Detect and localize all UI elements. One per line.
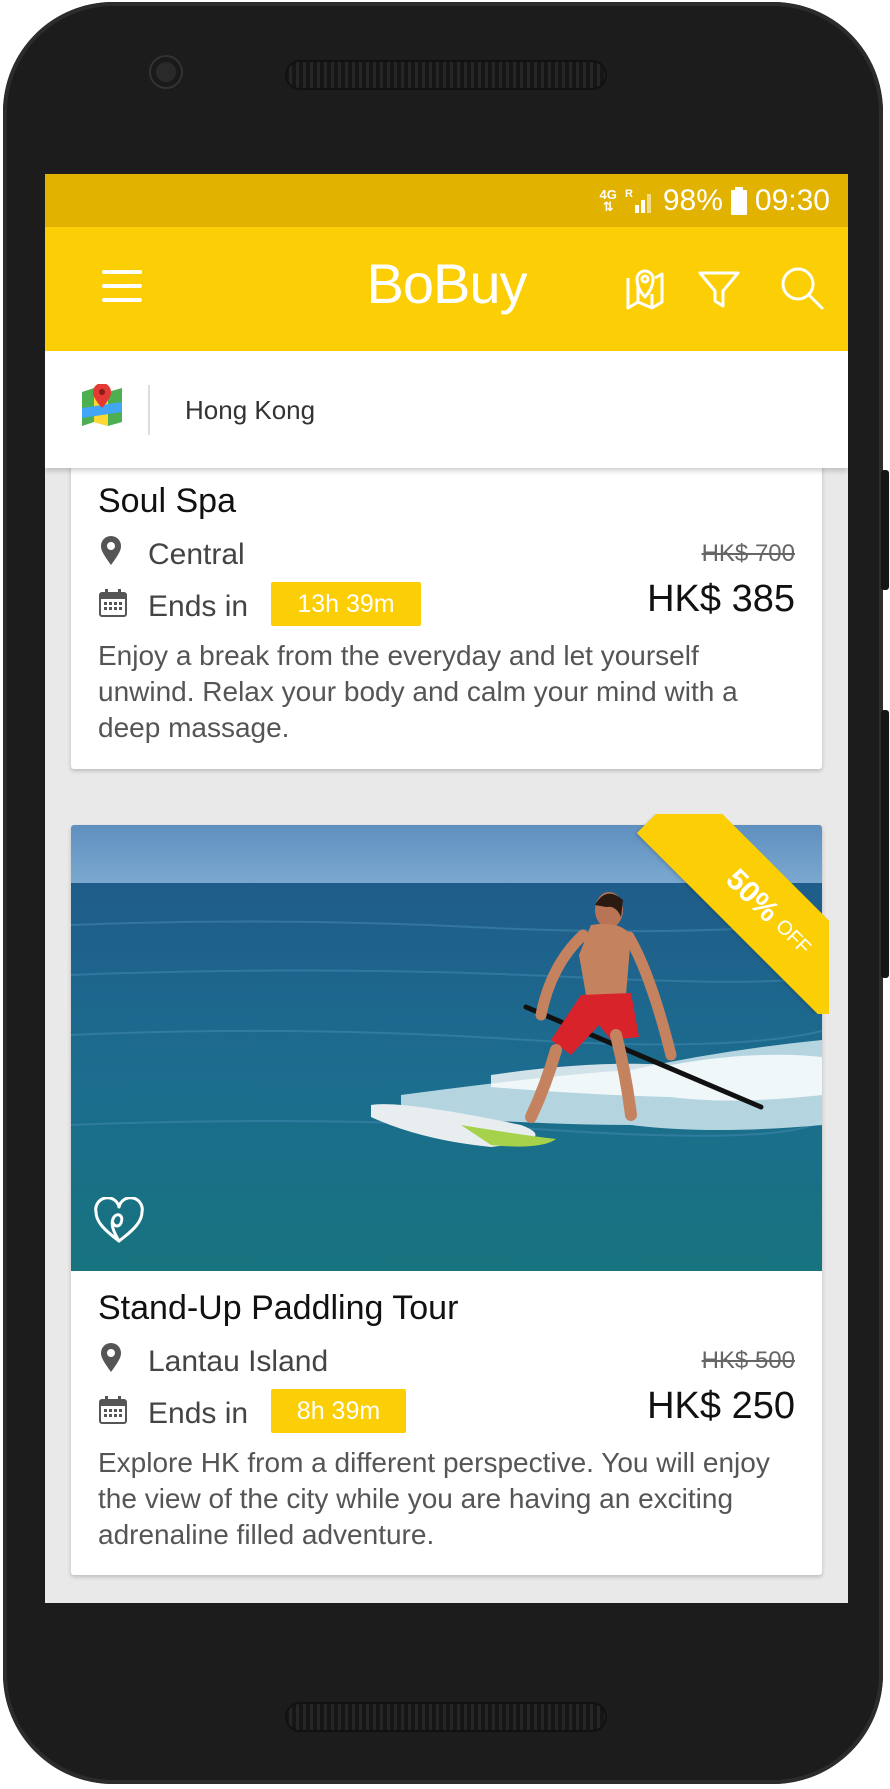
location-icon [101,1343,121,1372]
map-pin-icon [82,384,122,426]
phone-frame: 4G ⇅ R 98% 09:30 BoBuy Hong Kong Soul Sp… [3,2,889,1784]
deal-area: Lantau Island [148,1345,329,1378]
deal-title: Stand-Up Paddling Tour [98,1289,459,1327]
bottom-speaker [285,1702,607,1732]
svg-text:R: R [625,188,633,200]
favorite-heart-icon[interactable] [93,1197,145,1245]
signal-icon: R [625,188,651,213]
volume-button [881,710,889,978]
countdown-badge: 13h 39m [271,582,421,626]
map-icon [626,269,664,310]
deal-price: HK$ 250 [647,1385,795,1427]
calendar-icon [99,589,127,617]
discount-percent: 50% [719,862,786,929]
power-button [881,470,889,590]
battery-icon [730,186,747,215]
original-price: HK$ 700 [701,540,795,567]
battery-percent: 98% [662,183,723,217]
network-indicator: 4G ⇅ [599,186,617,214]
deal-area: Central [148,538,245,571]
earpiece-speaker [285,60,607,90]
deal-price: HK$ 385 [647,578,795,620]
ends-in-label: Ends in [148,1397,249,1430]
app-bar: BoBuy [45,227,848,351]
discount-label: OFF [771,914,816,959]
map-button[interactable] [620,264,670,314]
location-divider [148,385,150,435]
original-price: HK$ 500 [701,1347,795,1374]
location-icon [101,536,121,565]
search-button[interactable] [778,264,828,314]
deal-description: Explore HK from a different perspective.… [98,1447,770,1550]
filter-icon [698,271,740,308]
front-camera [151,57,181,87]
search-icon [781,267,824,310]
calendar-icon [99,1396,127,1424]
location-city: Hong Kong [185,395,316,425]
status-bar: 4G ⇅ R 98% 09:30 [45,174,848,227]
filter-button[interactable] [694,264,744,314]
deal-description: Enjoy a break from the everyday and let … [98,640,738,743]
countdown-badge: 8h 39m [271,1389,406,1433]
deal-title: Soul Spa [98,482,236,520]
ends-in-label: Ends in [148,590,249,623]
location-bar[interactable]: Hong Kong [45,351,848,468]
clock: 09:30 [754,183,830,217]
discount-ribbon: 50% OFF [629,814,829,1014]
